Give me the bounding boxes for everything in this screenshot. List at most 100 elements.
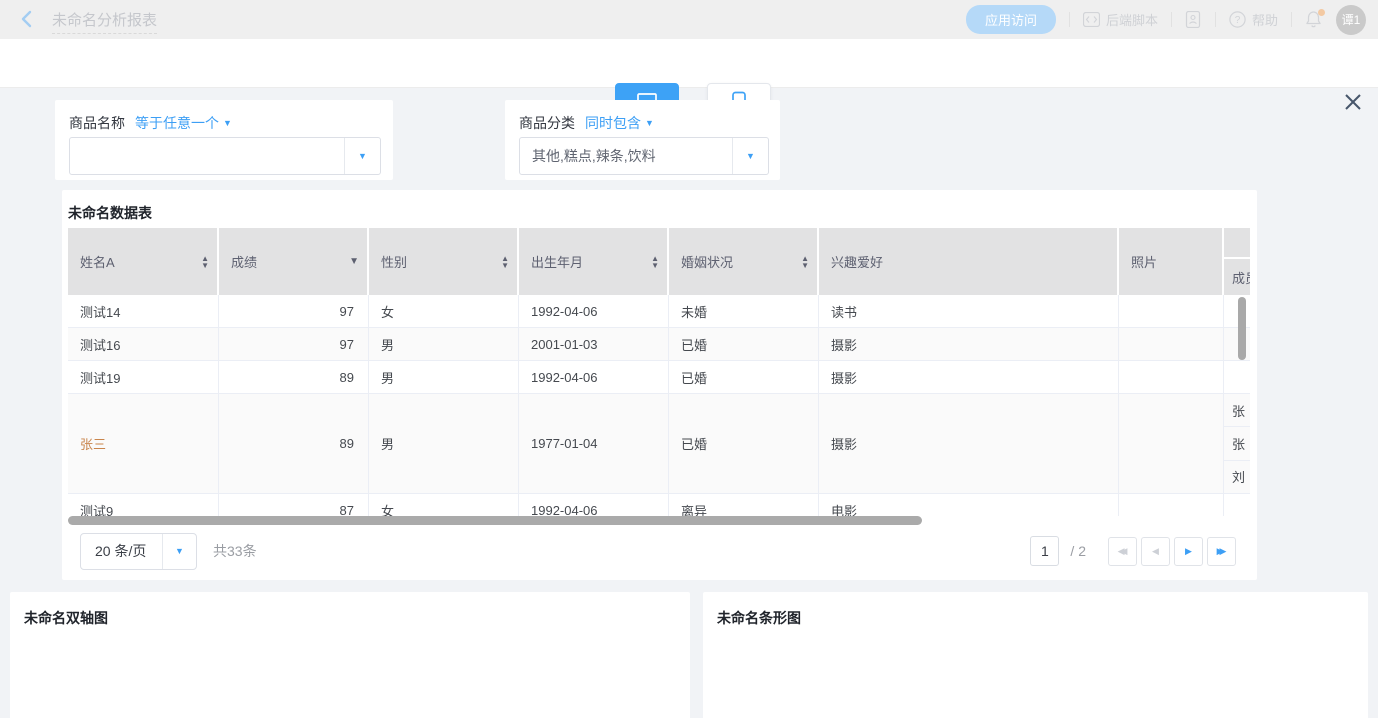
sort-icon[interactable]: ▲ ▼ bbox=[501, 255, 509, 269]
filter-header: 商品分类 同时包含 ▼ bbox=[519, 113, 654, 133]
cell-score: 97 bbox=[219, 295, 369, 327]
sort-desc-icon: ▼ bbox=[801, 262, 809, 269]
help-label: 帮助 bbox=[1252, 10, 1278, 29]
next-page-button[interactable]: ▶ bbox=[1174, 537, 1203, 566]
cell-gender: 男 bbox=[369, 361, 519, 393]
sort-desc-icon: ▼ bbox=[651, 262, 659, 269]
close-button[interactable] bbox=[1342, 91, 1364, 113]
row-link[interactable]: 张三 bbox=[80, 434, 106, 453]
filter-operator-label: 等于任意一个 bbox=[135, 113, 219, 133]
cell-marital: 已婚 bbox=[669, 328, 819, 360]
cell-name: 测试19 bbox=[68, 361, 219, 393]
column-header-photo[interactable]: 照片 bbox=[1119, 228, 1224, 295]
column-header-member-group: 成员 bbox=[1224, 228, 1250, 295]
select-caret[interactable]: ▼ bbox=[344, 138, 380, 174]
cell-hobby: 读书 bbox=[819, 295, 1119, 327]
subcell-member: 张 bbox=[1224, 394, 1250, 427]
help-button[interactable]: ? 帮助 bbox=[1229, 10, 1278, 29]
caret-down-icon: ▼ bbox=[175, 547, 184, 556]
cell-gender: 男 bbox=[369, 394, 519, 493]
page-total: / 2 bbox=[1070, 543, 1086, 559]
cell-score: 89 bbox=[219, 394, 369, 493]
total-count: 共33条 bbox=[213, 541, 257, 561]
column-header-gender[interactable]: 性别 ▲ ▼ bbox=[369, 228, 519, 295]
filter-label: 商品分类 bbox=[519, 113, 575, 133]
table-row[interactable]: 张三 89 男 1977-01-04 已婚 摄影 张 张 刘 bbox=[68, 394, 1250, 494]
next-page-icon: ▶ bbox=[1185, 547, 1192, 556]
vertical-scrollbar[interactable] bbox=[1238, 297, 1246, 360]
subcell-member: 刘 bbox=[1224, 461, 1250, 493]
cell-marital: 未婚 bbox=[669, 295, 819, 327]
cell-gender: 女 bbox=[369, 494, 519, 516]
column-header-hobby[interactable]: 兴趣爱好 bbox=[819, 228, 1119, 295]
cell-photo bbox=[1119, 361, 1224, 393]
divider bbox=[1069, 12, 1070, 27]
filter-card-product-name: 商品名称 等于任意一个 ▼ ▼ bbox=[55, 100, 393, 180]
sort-icon[interactable]: ▲ ▼ bbox=[201, 255, 209, 269]
app-access-button[interactable]: 应用访问 bbox=[966, 5, 1056, 34]
filter-operator-label: 同时包含 bbox=[585, 113, 641, 133]
page-number-input[interactable] bbox=[1030, 536, 1059, 566]
table-row[interactable]: 测试9 87 女 1992-04-06 离异 电影 bbox=[68, 494, 1250, 516]
notifications-button[interactable] bbox=[1305, 10, 1323, 30]
backend-script-button[interactable]: 后端脚本 bbox=[1083, 10, 1158, 29]
column-header-birth[interactable]: 出生年月 ▲ ▼ bbox=[519, 228, 669, 295]
first-page-button[interactable]: ◀◀ bbox=[1108, 537, 1137, 566]
column-header-member[interactable]: 成员 bbox=[1224, 259, 1250, 295]
filter-header: 商品名称 等于任意一个 ▼ bbox=[69, 113, 232, 133]
column-header-name[interactable]: 姓名A ▲ ▼ bbox=[68, 228, 219, 295]
select-value: 其他,糕点,辣条,饮料 bbox=[520, 138, 732, 174]
cell-photo bbox=[1119, 328, 1224, 360]
chart-title: 未命名双轴图 bbox=[24, 608, 108, 628]
sort-icon[interactable]: ▲ ▼ bbox=[801, 255, 809, 269]
cell-score: 89 bbox=[219, 361, 369, 393]
subcell-member: 张 bbox=[1224, 427, 1250, 460]
member-subtable: 张 张 刘 bbox=[1224, 394, 1250, 493]
product-category-select[interactable]: 其他,糕点,辣条,饮料 ▼ bbox=[519, 137, 769, 175]
cell-marital: 已婚 bbox=[669, 394, 819, 493]
select-caret[interactable]: ▼ bbox=[732, 138, 768, 174]
cell-member bbox=[1224, 361, 1250, 393]
avatar[interactable]: 谭1 bbox=[1336, 5, 1366, 35]
table-row[interactable]: 测试16 97 男 2001-01-03 已婚 摄影 bbox=[68, 328, 1250, 361]
column-header-marital[interactable]: 婚姻状况 ▲ ▼ bbox=[669, 228, 819, 295]
back-button[interactable] bbox=[18, 10, 36, 28]
caret-down-icon: ▼ bbox=[223, 119, 232, 128]
chart-title: 未命名条形图 bbox=[717, 608, 801, 628]
select-caret[interactable]: ▼ bbox=[162, 534, 196, 569]
cell-name: 测试9 bbox=[68, 494, 219, 516]
filter-operator-dropdown[interactable]: 同时包含 ▼ bbox=[585, 113, 654, 133]
help-circle-icon: ? bbox=[1229, 11, 1246, 28]
divider bbox=[1171, 12, 1172, 27]
table-row[interactable]: 测试19 89 男 1992-04-06 已婚 摄影 bbox=[68, 361, 1250, 394]
bar-chart-card: 未命名条形图 bbox=[703, 592, 1368, 718]
sort-icon[interactable]: ▲ ▼ bbox=[651, 255, 659, 269]
contacts-button[interactable] bbox=[1185, 11, 1202, 28]
cell-photo bbox=[1119, 295, 1224, 327]
last-page-icon: ▶▶ bbox=[1217, 547, 1227, 556]
page-size-select[interactable]: 20 条/页 ▼ bbox=[80, 533, 197, 570]
horizontal-scrollbar[interactable] bbox=[68, 516, 922, 525]
notification-dot bbox=[1318, 9, 1325, 16]
divider bbox=[1291, 12, 1292, 27]
page-title[interactable]: 未命名分析报表 bbox=[52, 9, 157, 34]
filter-operator-dropdown[interactable]: 等于任意一个 ▼ bbox=[135, 113, 232, 133]
caret-down-icon: ▼ bbox=[358, 152, 367, 161]
column-label: 照片 bbox=[1131, 252, 1157, 271]
sort-desc-icon[interactable]: ▼ bbox=[349, 256, 359, 267]
prev-page-button[interactable]: ◀ bbox=[1141, 537, 1170, 566]
chevron-left-icon bbox=[18, 10, 36, 28]
close-icon bbox=[1342, 91, 1364, 113]
cell-marital: 已婚 bbox=[669, 361, 819, 393]
select-value bbox=[70, 138, 344, 174]
column-header-score[interactable]: 成绩 ▼ bbox=[219, 228, 369, 295]
dual-axis-chart-card: 未命名双轴图 bbox=[10, 592, 690, 718]
last-page-button[interactable]: ▶▶ bbox=[1207, 537, 1236, 566]
cell-birth: 2001-01-03 bbox=[519, 328, 669, 360]
cell-birth: 1992-04-06 bbox=[519, 494, 669, 516]
table-row[interactable]: 测试14 97 女 1992-04-06 未婚 读书 bbox=[68, 295, 1250, 328]
cell-hobby: 摄影 bbox=[819, 328, 1119, 360]
preview-toolbar bbox=[0, 39, 1378, 88]
cell-hobby: 电影 bbox=[819, 494, 1119, 516]
product-name-select[interactable]: ▼ bbox=[69, 137, 381, 175]
